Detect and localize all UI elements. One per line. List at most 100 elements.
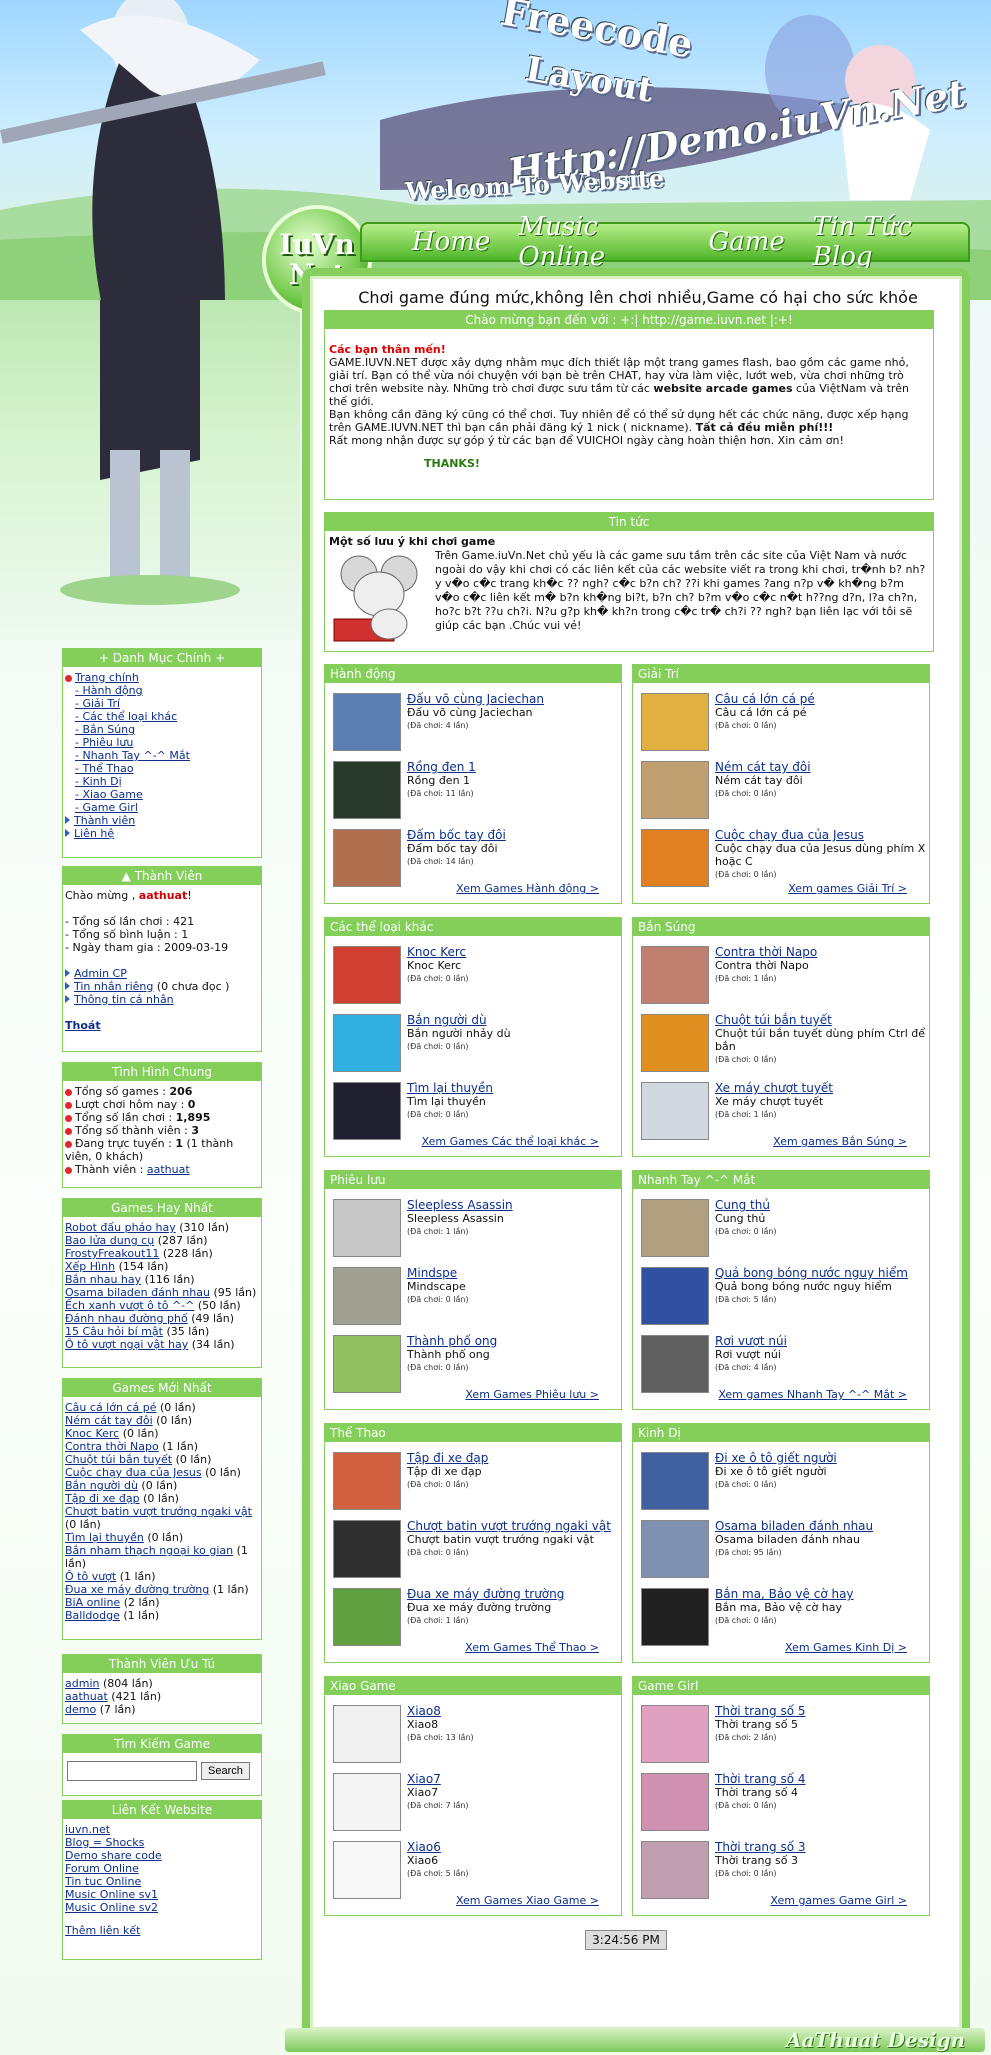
game-thumbnail[interactable] [641, 1082, 709, 1140]
game-title-link[interactable]: Knoc Kerc [407, 946, 469, 959]
game-title-link[interactable]: Quả bong bóng nước nguy hiểm [715, 1267, 908, 1280]
game-link[interactable]: Đánh nhau đường phố [65, 1312, 188, 1325]
game-thumbnail[interactable] [333, 1452, 401, 1510]
game-thumbnail[interactable] [641, 1014, 709, 1072]
sidebar-menu-item[interactable]: Thành viên [65, 814, 259, 827]
game-link[interactable]: Cuộc chạy đua của Jesus [65, 1466, 202, 1479]
external-link[interactable]: Music Online sv1 [65, 1888, 158, 1901]
sidebar-menu-item[interactable]: - Nhanh Tay ^-^ Mắt [65, 749, 259, 762]
game-thumbnail[interactable] [333, 946, 401, 1004]
game-thumbnail[interactable] [333, 1199, 401, 1257]
game-link[interactable]: Tập đi xe đạp [65, 1492, 140, 1505]
add-link-button[interactable]: Thêm liên kết [65, 1924, 140, 1937]
category-more-link[interactable]: Xem Games Thể Thao > [465, 1641, 599, 1654]
game-link[interactable]: Bao lửa dung cụ [65, 1234, 154, 1247]
sidebar-menu-item[interactable]: Liên hệ [65, 827, 259, 840]
game-link[interactable]: Đua xe máy đường trường [65, 1583, 209, 1596]
game-link[interactable]: Contra thời Napo [65, 1440, 159, 1453]
game-thumbnail[interactable] [333, 761, 401, 819]
game-thumbnail[interactable] [333, 829, 401, 887]
game-title-link[interactable]: Thời trang số 5 [715, 1705, 806, 1718]
game-title-link[interactable]: Chượt batin vượt trướng ngaki vật [407, 1520, 611, 1533]
game-link[interactable]: FrostyFreakout11 [65, 1247, 159, 1260]
game-title-link[interactable]: Thành phố ong [407, 1335, 497, 1348]
sidebar-menu-item[interactable]: - Bắn Súng [65, 723, 259, 736]
game-title-link[interactable]: Đấu võ cùng Jaciechan [407, 693, 544, 706]
admin-cp-link[interactable]: Admin CP [74, 967, 127, 980]
external-link[interactable]: Forum Online [65, 1862, 139, 1875]
game-title-link[interactable]: Rồng đen 1 [407, 761, 476, 774]
game-link[interactable]: Bắn nhau hay [65, 1273, 141, 1286]
game-thumbnail[interactable] [333, 1773, 401, 1831]
category-more-link[interactable]: Xem Games Hành động > [456, 882, 599, 895]
nav-blog[interactable]: Tin Tức Blog [813, 212, 968, 272]
game-title-link[interactable]: Thời trang số 3 [715, 1841, 806, 1854]
game-thumbnail[interactable] [641, 1705, 709, 1763]
external-link[interactable]: Tin tuc Online [65, 1875, 141, 1888]
game-link[interactable]: Tìm lại thuyền [65, 1531, 144, 1544]
category-more-link[interactable]: Xem Games Các thể loại khác > [422, 1135, 599, 1148]
game-title-link[interactable]: Xiao8 [407, 1705, 474, 1718]
nav-music[interactable]: Music Online [518, 212, 680, 272]
category-more-link[interactable]: Xem games Giải Trí > [788, 882, 907, 895]
game-link[interactable]: BiA online [65, 1596, 120, 1609]
game-title-link[interactable]: Xiao6 [407, 1841, 469, 1854]
game-link[interactable]: demo [65, 1703, 96, 1716]
game-title-link[interactable]: Osama biladen đánh nhau [715, 1520, 873, 1533]
game-thumbnail[interactable] [333, 1588, 401, 1646]
category-more-link[interactable]: Xem Games Kinh Dị > [785, 1641, 907, 1654]
game-link[interactable]: Ô tô vượt ngại vật hay [65, 1338, 188, 1351]
game-link[interactable]: Ném cát tay đôi [65, 1414, 153, 1427]
game-title-link[interactable]: Chuột túi bắn tuyết [715, 1014, 929, 1027]
game-thumbnail[interactable] [641, 1841, 709, 1899]
game-title-link[interactable]: Đi xe ô tô giết người [715, 1452, 837, 1465]
game-thumbnail[interactable] [641, 829, 709, 887]
game-thumbnail[interactable] [641, 1773, 709, 1831]
category-more-link[interactable]: Xem games Nhanh Tay ^-^ Mắt > [718, 1388, 907, 1401]
game-thumbnail[interactable] [333, 1082, 401, 1140]
game-thumbnail[interactable] [641, 1267, 709, 1325]
game-title-link[interactable]: Đấm bốc tay đôi [407, 829, 506, 842]
search-button[interactable]: Search [201, 1762, 250, 1780]
game-title-link[interactable]: Sleepless Asassin [407, 1199, 513, 1212]
external-link[interactable]: Demo share code [65, 1849, 162, 1862]
game-thumbnail[interactable] [641, 1335, 709, 1393]
sidebar-menu-item[interactable]: - Kinh Dị [65, 775, 259, 788]
game-link[interactable]: Robot đấu pháo hay [65, 1221, 176, 1234]
game-title-link[interactable]: Thời trang số 4 [715, 1773, 806, 1786]
private-message-link[interactable]: Tin nhắn riêng [74, 980, 153, 993]
game-link[interactable]: Chượt batin vượt trướng ngaki vật [65, 1505, 252, 1518]
game-thumbnail[interactable] [641, 946, 709, 1004]
game-link[interactable]: 15 Câu hỏi bí mật [65, 1325, 163, 1338]
game-title-link[interactable]: Rơi vượt núi [715, 1335, 787, 1348]
sidebar-menu-item[interactable]: - Thể Thao [65, 762, 259, 775]
game-link[interactable]: Bắn người dù [65, 1479, 138, 1492]
sidebar-menu-item[interactable]: Trang chính [65, 671, 259, 684]
game-link[interactable]: Xếp Hình [65, 1260, 115, 1273]
game-title-link[interactable]: Cung thủ [715, 1199, 777, 1212]
category-more-link[interactable]: Xem games Bắn Súng > [773, 1135, 907, 1148]
game-link[interactable]: Chuột túi bắn tuyết [65, 1453, 172, 1466]
game-title-link[interactable]: Câu cá lớn cá pé [715, 693, 815, 706]
game-title-link[interactable]: Xe máy chượt tuyết [715, 1082, 833, 1095]
game-title-link[interactable]: Bắn người dù [407, 1014, 511, 1027]
external-link[interactable]: Music Online sv2 [65, 1901, 158, 1914]
category-more-link[interactable]: Xem Games Xiao Game > [456, 1894, 599, 1907]
game-link[interactable]: aathuat [65, 1690, 108, 1703]
search-input[interactable] [67, 1761, 197, 1781]
sidebar-menu-item[interactable]: - Game Girl [65, 801, 259, 814]
game-link[interactable]: Câu cá lớn cá pé [65, 1401, 156, 1414]
sidebar-menu-item[interactable]: - Xiao Game [65, 788, 259, 801]
game-thumbnail[interactable] [641, 1199, 709, 1257]
game-title-link[interactable]: Ném cát tay đôi [715, 761, 811, 774]
sidebar-menu-item[interactable]: - Hành động [65, 684, 259, 697]
game-thumbnail[interactable] [333, 1841, 401, 1899]
game-title-link[interactable]: Xiao7 [407, 1773, 469, 1786]
game-title-link[interactable]: Mindspe [407, 1267, 469, 1280]
sidebar-menu-item[interactable]: - Các thể loại khác [65, 710, 259, 723]
game-thumbnail[interactable] [641, 1452, 709, 1510]
sidebar-menu-item[interactable]: - Giải Trí [65, 697, 259, 710]
game-thumbnail[interactable] [333, 1705, 401, 1763]
game-link[interactable]: Ô tô vượt [65, 1570, 116, 1583]
external-link[interactable]: iuvn.net [65, 1823, 110, 1836]
